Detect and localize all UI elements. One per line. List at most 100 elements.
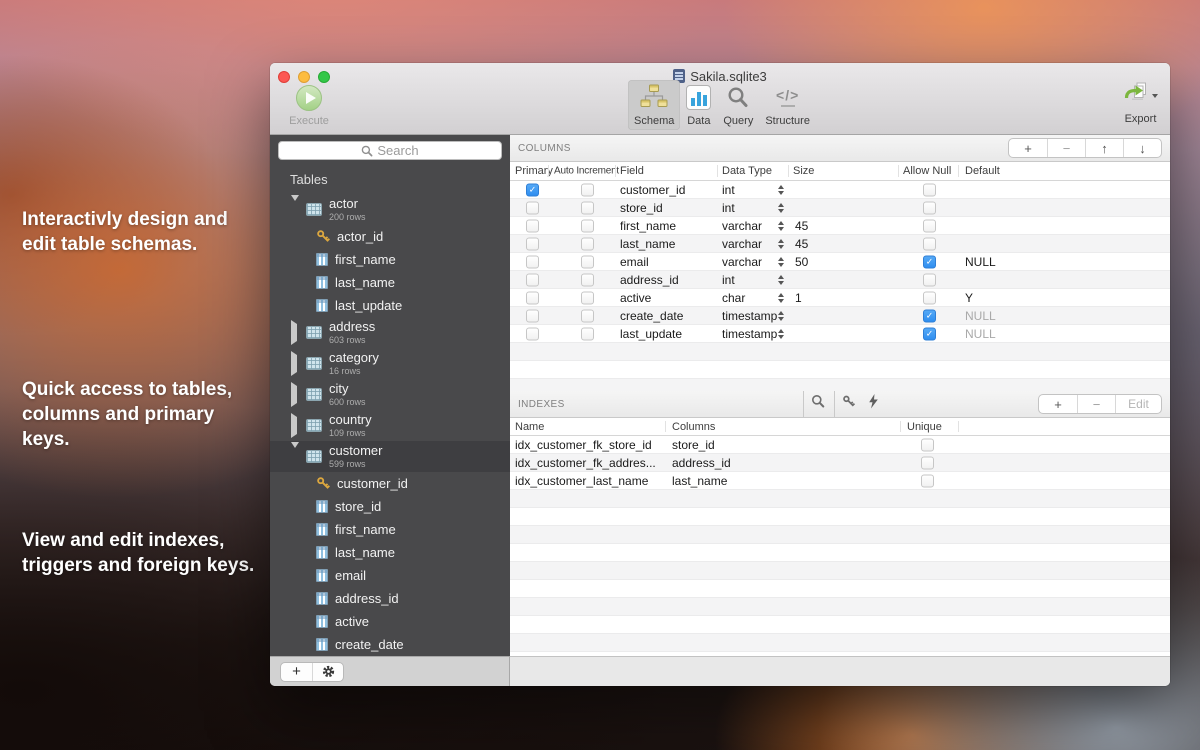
primary-checkbox[interactable]	[526, 273, 539, 286]
add-table-button[interactable]: +	[281, 663, 312, 681]
sidebar-table-city[interactable]: city600 rows	[270, 379, 510, 410]
primary-checkbox[interactable]: ✓	[526, 183, 539, 196]
search-input[interactable]: Search	[278, 141, 502, 160]
data-type-value[interactable]: timestamp	[722, 327, 777, 341]
sidebar-column-actor_id[interactable]: actor_id	[270, 225, 510, 248]
data-type-stepper[interactable]	[778, 239, 784, 249]
field-name[interactable]: first_name	[620, 219, 676, 233]
auto-increment-checkbox[interactable]	[581, 291, 594, 304]
index-search-icon[interactable]	[811, 395, 825, 414]
field-name[interactable]: last_update	[620, 327, 682, 341]
field-name[interactable]: active	[620, 291, 651, 305]
export-button[interactable]: Export	[1123, 80, 1158, 125]
primary-checkbox[interactable]	[526, 255, 539, 268]
sidebar-column-last_name[interactable]: last_name	[270, 271, 510, 294]
sidebar-column-customer_id[interactable]: customer_id	[270, 472, 510, 495]
edit-index-button[interactable]: Edit	[1115, 395, 1161, 413]
move-column-down-button[interactable]: ↓	[1123, 139, 1161, 157]
field-name[interactable]: last_name	[620, 237, 675, 251]
expand-triangle-icon[interactable]	[291, 320, 297, 345]
primary-checkbox[interactable]	[526, 309, 539, 322]
allow-null-checkbox[interactable]: ✓	[923, 255, 936, 268]
size-value[interactable]: 1	[795, 291, 802, 305]
data-type-value[interactable]: timestamp	[722, 309, 777, 323]
sidebar-column-email[interactable]: email	[270, 564, 510, 587]
primary-checkbox[interactable]	[526, 327, 539, 340]
collapse-triangle-icon[interactable]	[291, 195, 299, 218]
auto-increment-checkbox[interactable]	[581, 183, 594, 196]
schema-button[interactable]: Schema	[628, 80, 680, 130]
index-columns[interactable]: store_id	[672, 438, 715, 452]
default-value[interactable]: NULL	[965, 309, 996, 323]
column-row-first_name[interactable]: first_name varchar 45	[510, 217, 1170, 235]
add-index-button[interactable]: +	[1039, 395, 1077, 413]
column-row-last_name[interactable]: last_name varchar 45	[510, 235, 1170, 253]
sidebar-table-country[interactable]: country109 rows	[270, 410, 510, 441]
size-value[interactable]: 45	[795, 219, 808, 233]
primary-checkbox[interactable]	[526, 201, 539, 214]
add-column-button[interactable]: +	[1009, 139, 1047, 157]
data-type-value[interactable]: char	[722, 291, 745, 305]
sidebar-column-address_id[interactable]: address_id	[270, 587, 510, 610]
size-value[interactable]: 45	[795, 237, 808, 251]
query-button[interactable]: Query	[717, 80, 759, 130]
sidebar-column-store_id[interactable]: store_id	[270, 495, 510, 518]
auto-increment-checkbox[interactable]	[581, 327, 594, 340]
column-row-email[interactable]: emailvarchar50✓NULL	[510, 253, 1170, 271]
sidebar-table-address[interactable]: address603 rows	[270, 317, 510, 348]
index-columns[interactable]: address_id	[672, 456, 731, 470]
data-button[interactable]: Data	[680, 80, 717, 130]
data-type-value[interactable]: int	[722, 201, 735, 215]
index-row-idx_customer_fk_addres...[interactable]: idx_customer_fk_addres...address_id	[510, 454, 1170, 472]
index-row-idx_customer_last_name[interactable]: idx_customer_last_name last_name	[510, 472, 1170, 490]
unique-checkbox[interactable]	[921, 456, 934, 469]
data-type-value[interactable]: varchar	[722, 237, 762, 251]
field-name[interactable]: store_id	[620, 201, 663, 215]
sidebar-column-first_name[interactable]: first_name	[270, 518, 510, 541]
sidebar-table-actor[interactable]: actor200 rows	[270, 194, 510, 225]
data-type-value[interactable]: varchar	[722, 219, 762, 233]
collapse-triangle-icon[interactable]	[291, 442, 299, 465]
sidebar-column-last_name[interactable]: last_name	[270, 541, 510, 564]
execute-button[interactable]: Execute	[280, 82, 338, 127]
allow-null-checkbox[interactable]	[923, 273, 936, 286]
allow-null-checkbox[interactable]	[923, 183, 936, 196]
expand-triangle-icon[interactable]	[291, 382, 297, 407]
expand-triangle-icon[interactable]	[291, 351, 297, 376]
index-key-icon[interactable]	[842, 395, 856, 414]
primary-checkbox[interactable]	[526, 237, 539, 250]
remove-index-button[interactable]: −	[1077, 395, 1115, 413]
data-type-value[interactable]: int	[722, 183, 735, 197]
move-column-up-button[interactable]: ↑	[1085, 139, 1123, 157]
size-value[interactable]: 50	[795, 255, 808, 269]
auto-increment-checkbox[interactable]	[581, 219, 594, 232]
data-type-stepper[interactable]	[778, 203, 784, 213]
index-name[interactable]: idx_customer_last_name	[515, 474, 648, 488]
data-type-stepper[interactable]	[778, 329, 784, 339]
unique-checkbox[interactable]	[921, 474, 934, 487]
auto-increment-checkbox[interactable]	[581, 201, 594, 214]
index-name[interactable]: idx_customer_fk_store_id	[515, 438, 652, 452]
allow-null-checkbox[interactable]	[923, 291, 936, 304]
index-trigger-icon[interactable]	[868, 394, 879, 414]
data-type-stepper[interactable]	[778, 293, 784, 303]
allow-null-checkbox[interactable]	[923, 219, 936, 232]
index-row-idx_customer_fk_store_id[interactable]: idx_customer_fk_store_id store_id	[510, 436, 1170, 454]
expand-triangle-icon[interactable]	[291, 413, 297, 438]
field-name[interactable]: address_id	[620, 273, 679, 287]
auto-increment-checkbox[interactable]	[581, 273, 594, 286]
data-type-stepper[interactable]	[778, 257, 784, 267]
settings-button[interactable]	[312, 663, 343, 681]
allow-null-checkbox[interactable]	[923, 237, 936, 250]
allow-null-checkbox[interactable]: ✓	[923, 327, 936, 340]
data-type-stepper[interactable]	[778, 185, 784, 195]
default-value[interactable]: Y	[965, 291, 973, 305]
field-name[interactable]: create_date	[620, 309, 683, 323]
structure-button[interactable]: </> Structure	[759, 80, 816, 130]
primary-checkbox[interactable]	[526, 291, 539, 304]
auto-increment-checkbox[interactable]	[581, 255, 594, 268]
allow-null-checkbox[interactable]	[923, 201, 936, 214]
field-name[interactable]: customer_id	[620, 183, 685, 197]
sidebar-table-category[interactable]: category16 rows	[270, 348, 510, 379]
index-columns[interactable]: last_name	[672, 474, 727, 488]
